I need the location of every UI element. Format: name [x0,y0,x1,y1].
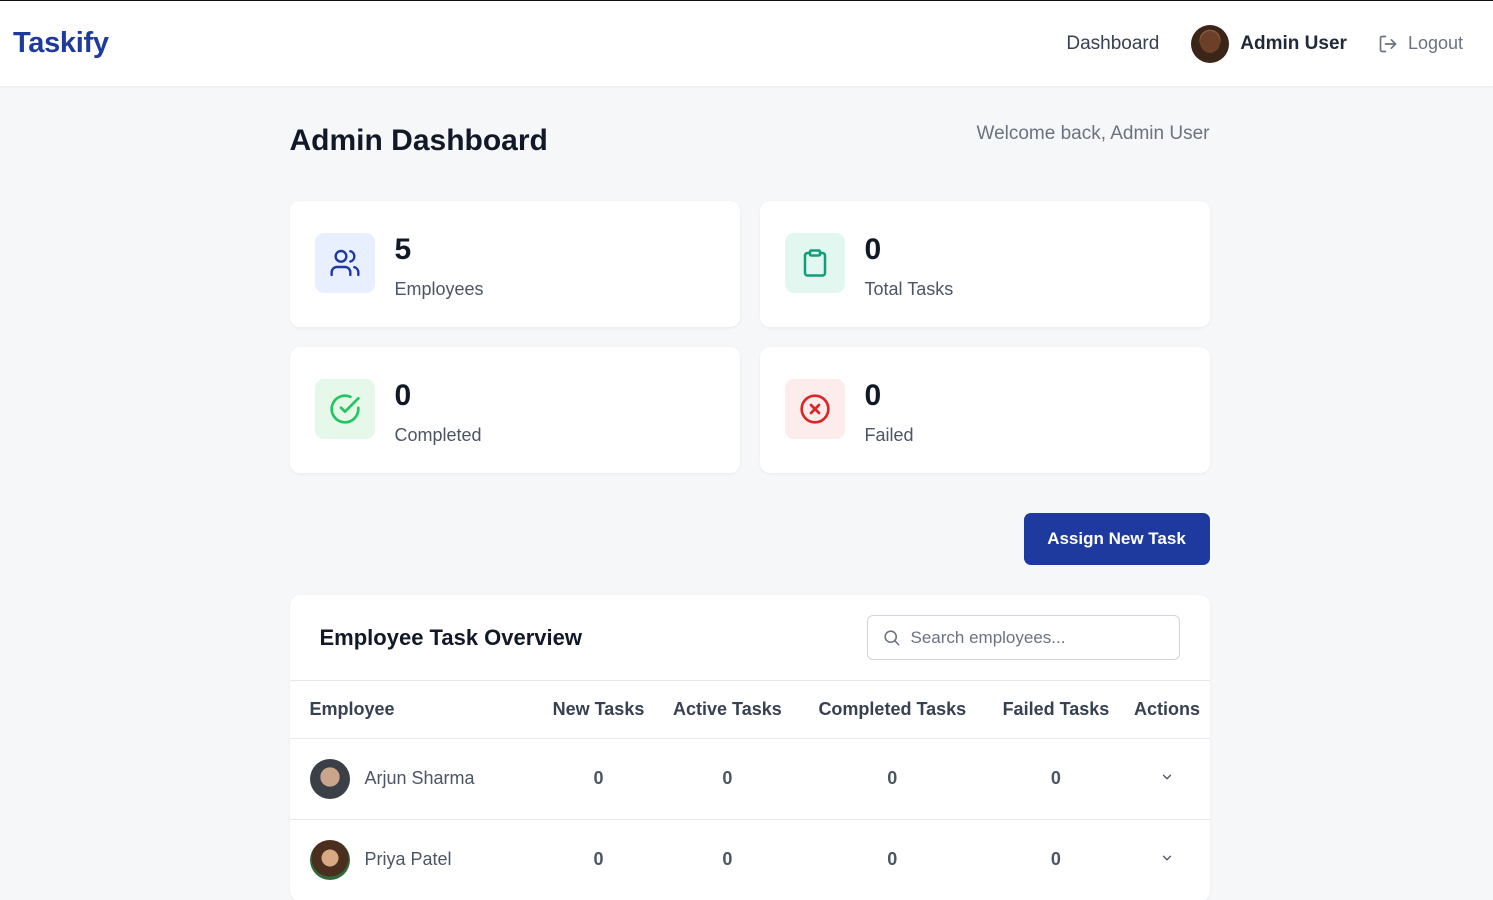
column-header-actions: Actions [1124,681,1210,739]
actions-cell [1124,819,1210,900]
employee-cell: Priya Patel [289,819,540,900]
page-title: Admin Dashboard [289,124,548,157]
top-navbar: Taskify Dashboard Admin User Logout [0,1,1493,86]
assign-new-task-button[interactable]: Assign New Task [1023,513,1210,565]
employee-name: Arjun Sharma [364,768,475,788]
failed-tasks-cell: 0 [987,819,1125,900]
employee-cell: Arjun Sharma [289,738,540,820]
active-tasks-cell: 0 [657,819,798,900]
clipboard-icon-box [784,233,845,293]
stat-value: 0 [394,379,412,412]
column-header-completed-tasks: Completed Tasks [797,681,988,739]
chevron-down-icon [1162,774,1172,780]
search-input[interactable] [910,627,1165,648]
active-tasks-cell: 0 [657,738,798,820]
table-header-row: Employee New Tasks Active Tasks Complete… [289,681,1210,739]
table-row: Priya Patel 0 0 0 0 [289,819,1210,900]
users-icon [329,249,360,277]
welcome-message: Welcome back, Admin User [976,123,1210,144]
stat-value: 5 [394,233,412,266]
stat-card-completed: 0 Completed [289,347,740,473]
avatar [309,839,350,880]
panel-header: Employee Task Overview [289,595,1210,681]
check-circle-icon [329,394,360,424]
completed-tasks-cell: 0 [797,819,988,900]
main-content: Admin Dashboard Welcome back, Admin User… [289,86,1210,900]
stat-label: Employees [394,279,484,299]
logout-icon [1379,35,1397,52]
chevron-down-icon [1162,855,1172,861]
completed-tasks-cell: 0 [797,738,988,820]
column-header-active-tasks: Active Tasks [657,681,798,739]
search-box [866,615,1180,660]
actions-cell [1124,738,1210,820]
employee-table: Employee New Tasks Active Tasks Complete… [289,681,1210,900]
new-tasks-cell: 0 [539,738,658,820]
stat-label: Completed [394,425,482,445]
stat-card-employees: 5 Employees [289,201,740,327]
employee-overview-panel: Employee Task Overview Employee New Task… [289,595,1210,900]
title-row: Admin Dashboard Welcome back, Admin User [290,121,1210,201]
expand-row-button[interactable] [1160,768,1174,789]
logout-button[interactable]: Logout [1378,33,1463,54]
column-header-employee: Employee [289,681,540,739]
stat-value: 0 [864,233,882,266]
stat-card-total-tasks: 0 Total Tasks [759,201,1210,327]
main-nav: Dashboard Admin User Logout [1066,24,1463,63]
column-header-new-tasks: New Tasks [539,681,658,739]
logout-label: Logout [1407,33,1463,53]
check-circle-icon-box [314,379,375,439]
user-name: Admin User [1240,32,1347,54]
stat-label: Total Tasks [864,279,954,299]
stat-value: 0 [864,379,882,412]
nav-dashboard-link[interactable]: Dashboard [1066,33,1159,55]
stat-card-failed: 0 Failed [759,347,1210,473]
search-icon [883,630,899,646]
brand-logo[interactable]: Taskify [13,27,109,60]
employee-name: Priya Patel [364,849,452,869]
expand-row-button[interactable] [1160,849,1174,870]
column-header-failed-tasks: Failed Tasks [987,681,1125,739]
users-icon-box [314,233,375,293]
user-menu[interactable]: Admin User [1191,24,1347,63]
x-circle-icon-box [784,379,845,439]
stats-grid: 5 Employees 0 Total Tasks 0 Completed 0 … [289,201,1210,473]
action-row: Assign New Task [290,513,1210,565]
table-row: Arjun Sharma 0 0 0 0 [289,738,1210,820]
avatar [1191,24,1230,63]
avatar [309,758,350,799]
x-circle-icon [799,394,830,424]
new-tasks-cell: 0 [539,819,658,900]
stat-label: Failed [864,425,914,445]
panel-title: Employee Task Overview [319,624,583,650]
failed-tasks-cell: 0 [987,738,1125,820]
clipboard-icon [803,249,826,277]
